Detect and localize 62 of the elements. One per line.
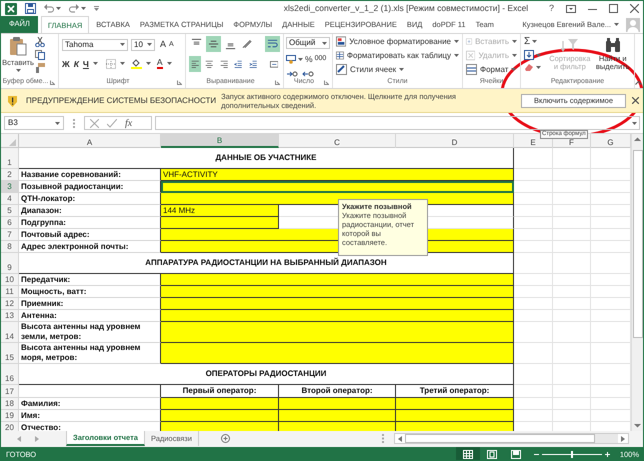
field-label: Диапазон: [19, 205, 161, 217]
row-number[interactable]: 16 [1, 364, 19, 385]
input-cell[interactable]: VHF-ACTIVITY [161, 169, 514, 181]
field-label: Адрес электронной почты: [19, 241, 161, 253]
field-label: Мощность, ватт: [19, 286, 161, 298]
field-value: Tahoma [65, 38, 94, 51]
percent-button[interactable]: % [305, 53, 313, 66]
field-label: Антенна: [19, 310, 161, 322]
column-header[interactable]: D [396, 134, 514, 148]
autosum-button[interactable]: Σ [524, 36, 530, 47]
styles-menu-button[interactable]: Форматировать как таблицу [346, 50, 451, 62]
field-label: Название соревнований: [19, 169, 161, 181]
field-value: Общий [289, 37, 316, 49]
row-number[interactable]: 3 [1, 181, 19, 193]
field-value: 10 [134, 38, 143, 51]
styles-menu-button[interactable]: Условное форматирование [349, 36, 451, 48]
row-number[interactable]: 9 [1, 253, 19, 274]
row-number[interactable]: 6 [1, 217, 19, 229]
row-number[interactable]: 13 [1, 310, 19, 322]
field-label: QTH-локатор: [19, 193, 161, 205]
row-number[interactable]: 19 [1, 410, 19, 422]
window-title: xls2edi_converter_v_1_2 (1).xls [Режим совместимости] - Excel [282, 2, 530, 15]
row-number[interactable]: 8 [1, 241, 19, 253]
row-number[interactable]: 10 [1, 274, 19, 286]
styles-menu-button[interactable]: Стили ячеек [350, 64, 396, 76]
number-format-field[interactable]: Общий [286, 37, 330, 49]
row-number[interactable]: 1 [1, 148, 19, 169]
row-number[interactable]: 2 [1, 169, 19, 181]
row-number[interactable]: 4 [1, 193, 19, 205]
font-color-button[interactable]: А [156, 58, 163, 70]
warning-title: ПРЕДУПРЕЖДЕНИЕ СИСТЕМЫ БЕЗОПАСНОСТИ [26, 94, 216, 106]
italic-button[interactable]: К [74, 58, 79, 70]
field-label: Передатчик: [19, 274, 161, 286]
field-label: Подгруппа: [19, 217, 161, 229]
row-number[interactable]: 5 [1, 205, 19, 217]
font-size-field[interactable]: 10 [131, 38, 155, 51]
row-number[interactable]: 7 [1, 229, 19, 241]
row-number[interactable]: 15 [1, 343, 19, 364]
underline-button[interactable]: Ч [82, 58, 89, 70]
row-number[interactable]: 14 [1, 322, 19, 343]
field-label: Фамилия: [19, 398, 161, 410]
column-header[interactable]: B [161, 134, 279, 148]
font-name-field[interactable]: Tahoma [62, 38, 128, 51]
row-number[interactable]: 17 [1, 385, 19, 398]
row-number[interactable]: 11 [1, 286, 19, 298]
grow-font-button[interactable]: A [160, 38, 166, 52]
help-button[interactable]: ? [548, 2, 554, 16]
field-value: B3 [8, 117, 18, 129]
insert-function-button[interactable]: fx [125, 116, 132, 130]
section-heading: ОПЕРАТОРЫ РАДИОСТАНЦИИ [19, 364, 514, 385]
row-number[interactable]: 12 [1, 298, 19, 310]
field-label: Приемник: [19, 298, 161, 310]
row-number[interactable]: 18 [1, 398, 19, 410]
name-box[interactable]: B3 [4, 116, 64, 130]
field-label: Почтовый адрес: [19, 229, 161, 241]
input-cell[interactable]: 144 MHz [161, 205, 279, 217]
cells-menu-button[interactable]: Формат [480, 64, 508, 76]
row-number[interactable]: 20 [1, 422, 19, 431]
column-header[interactable]: C [279, 134, 396, 148]
field-label: Имя: [19, 410, 161, 422]
field-label: Позывной радиостанции: [19, 181, 161, 193]
bold-button[interactable]: Ж [62, 58, 70, 70]
